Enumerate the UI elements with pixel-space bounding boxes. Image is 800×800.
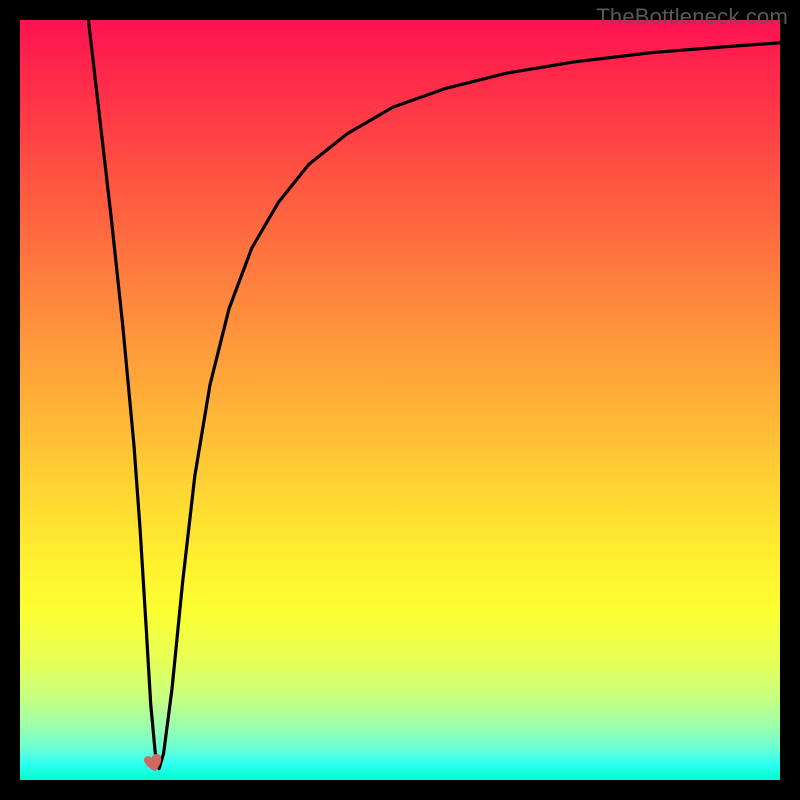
- watermark-text: TheBottleneck.com: [596, 4, 788, 30]
- heart-marker: [141, 751, 169, 773]
- plot-area: [20, 20, 780, 780]
- bottleneck-curve: [20, 20, 780, 780]
- heart-icon: [141, 751, 169, 773]
